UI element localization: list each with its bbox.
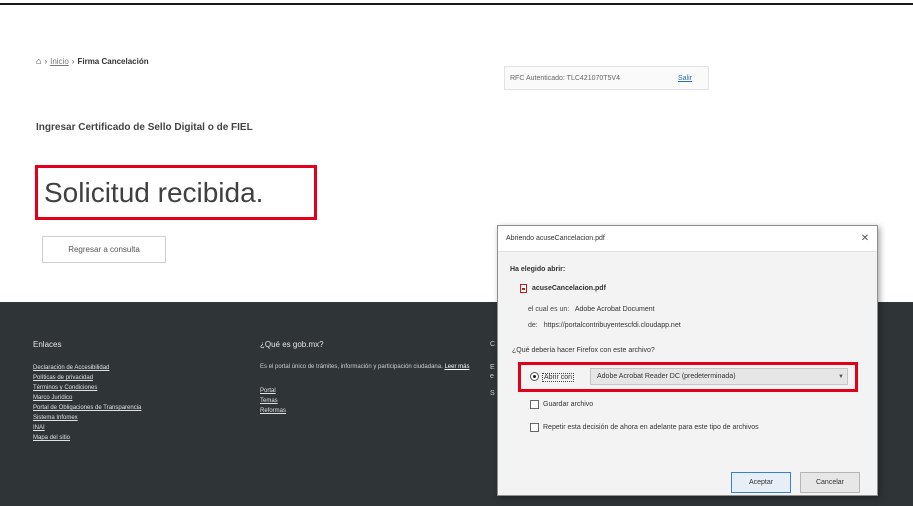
return-to-query-button[interactable]: Regresar a consulta [42,236,166,263]
remember-decision-label[interactable]: Repetir esta decisión de ahora en adelan… [543,424,759,431]
footer-link[interactable]: Mapa del sitio [33,433,141,443]
rfc-authenticated-text: RFC Autenticado: TLC421070T5V4 [510,74,620,82]
footer-fragment: S [490,390,495,397]
logout-link[interactable]: Salir [678,75,692,82]
file-row: acuseCancelacion.pdf [520,284,606,293]
breadcrumb: ⌂ › Inicio › Firma Cancelación [36,56,149,66]
download-dialog: Abriendo acuseCancelacion.pdf ✕ Ha elegi… [497,225,878,496]
footer-about-text: Es el portal único de trámites, informac… [260,363,470,372]
footer-link[interactable]: Marco Jurídico [33,393,141,403]
save-file-checkbox[interactable] [530,400,539,409]
open-with-radio[interactable] [530,372,539,381]
file-name: acuseCancelacion.pdf [532,285,606,292]
footer-link[interactable]: Temas [260,396,470,406]
file-type-value: Adobe Acrobat Document [574,306,655,313]
home-icon[interactable]: ⌂ [36,56,41,66]
heading-highlight: Solicitud recibida. [35,165,317,220]
footer-link[interactable]: Portal [260,386,470,396]
dialog-titlebar: Abriendo acuseCancelacion.pdf ✕ [498,226,877,252]
file-type-label: el cual es un: [528,306,570,313]
footer-link[interactable]: Políticas de privacidad [33,373,141,383]
footer-link[interactable]: Reformas [260,406,470,416]
chevron-down-icon: ▼ [838,373,844,380]
open-with-app-value: Adobe Acrobat Reader DC (predeterminada) [597,373,736,380]
file-type-row: el cual es un: Adobe Acrobat Document [528,306,655,313]
footer-link[interactable]: INAI [33,423,141,433]
file-source-label: de: [528,322,538,329]
save-file-label[interactable]: Guardar archivo [543,401,593,408]
page: ⌂ › Inicio › Firma Cancelación RFC Auten… [0,0,913,506]
footer-link[interactable]: Portal de Obligaciones de Transparencia [33,403,141,413]
footer-link[interactable]: Declaración de Accesibilidad [33,363,141,373]
dialog-title: Abriendo acuseCancelacion.pdf [506,235,605,242]
pdf-file-icon [520,284,527,293]
footer-fragment: E [490,364,495,371]
top-divider [0,3,913,5]
footer-column-title: C [490,341,496,348]
open-with-label[interactable]: Abrir con [542,373,575,382]
dialog-question: ¿Qué debería hacer Firefox con este arch… [512,347,655,354]
footer-fragment: e [490,373,494,380]
page-subtitle: Ingresar Certificado de Sello Digital o … [36,122,253,133]
footer-link[interactable]: Términos y Condiciones [33,383,141,393]
breadcrumb-separator: › [44,56,48,66]
open-with-app-select[interactable]: Adobe Acrobat Reader DC (predeterminada)… [590,368,848,385]
footer-column-title: Enlaces [33,340,62,349]
dialog-section-label: Ha elegido abrir: [510,266,566,273]
footer-partial-column: C E e S [490,340,495,398]
footer-about-column: ¿Qué es gob.mx? Es el portal único de tr… [260,340,470,416]
footer-link[interactable]: Sistema Infomex [33,413,141,423]
footer-about-description: Es el portal único de trámites, informac… [260,364,443,370]
breadcrumb-link-inicio[interactable]: Inicio [50,57,69,66]
breadcrumb-current: Firma Cancelación [77,56,149,66]
session-box: RFC Autenticado: TLC421070T5V4 Salir [504,66,709,90]
close-icon[interactable]: ✕ [853,233,877,244]
file-source-value: https://portalcontribuyentescfdi.cloudap… [543,322,681,329]
remember-decision-checkbox[interactable] [530,423,539,432]
accept-button[interactable]: Aceptar [731,472,791,493]
cancel-button[interactable]: Cancelar [800,472,860,493]
page-title: Solicitud recibida. [44,176,264,208]
footer-read-more-link[interactable]: Leer más [444,364,469,370]
breadcrumb-separator: › [71,56,75,66]
footer-column-title: ¿Qué es gob.mx? [260,340,324,349]
footer-links-column: Enlaces Declaración de Accesibilidad Pol… [33,340,141,443]
file-source-row: de: https://portalcontribuyentescfdi.clo… [528,322,681,329]
